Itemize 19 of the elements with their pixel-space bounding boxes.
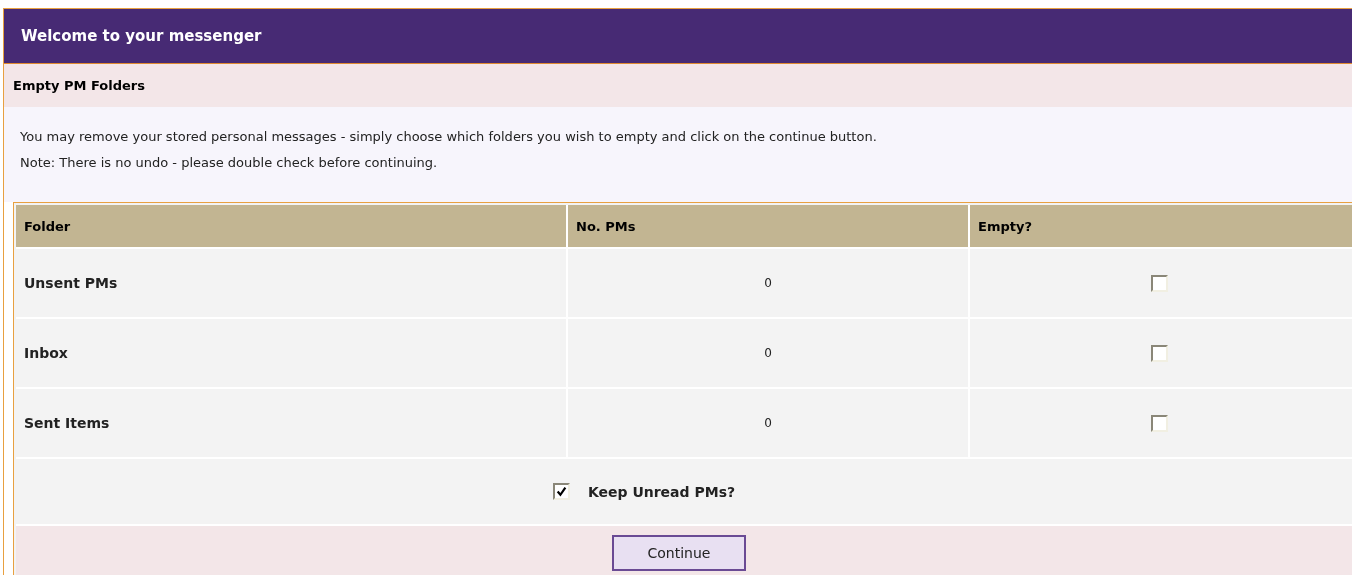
continue-button[interactable]: Continue bbox=[612, 535, 746, 571]
pm-count: 0 bbox=[568, 389, 970, 457]
folder-name: Inbox bbox=[16, 319, 568, 387]
checkbox[interactable] bbox=[552, 483, 570, 500]
pm-count: 0 bbox=[568, 249, 970, 317]
checkbox[interactable] bbox=[1150, 274, 1168, 292]
checkbox[interactable] bbox=[1150, 344, 1168, 362]
column-header: No. PMs bbox=[568, 205, 970, 247]
folder-name: Sent Items bbox=[16, 389, 568, 457]
column-header: Folder bbox=[16, 205, 568, 247]
checkbox[interactable] bbox=[1150, 414, 1168, 432]
checkbox-label: Keep Unread PMs? bbox=[587, 483, 736, 500]
column-header: Empty? bbox=[977, 217, 1033, 236]
description-text: Note: There is no undo - please double check before continuing. bbox=[20, 154, 439, 172]
section-title: Empty PM Folders bbox=[13, 78, 145, 93]
folder-name: Unsent PMs bbox=[16, 249, 568, 317]
page-title: Welcome to your messenger bbox=[21, 27, 262, 45]
description-text: You may remove your stored personal messages - simply choose which folders you wish to empty and click on the continue button. bbox=[20, 128, 878, 146]
pm-count: 0 bbox=[568, 319, 970, 387]
